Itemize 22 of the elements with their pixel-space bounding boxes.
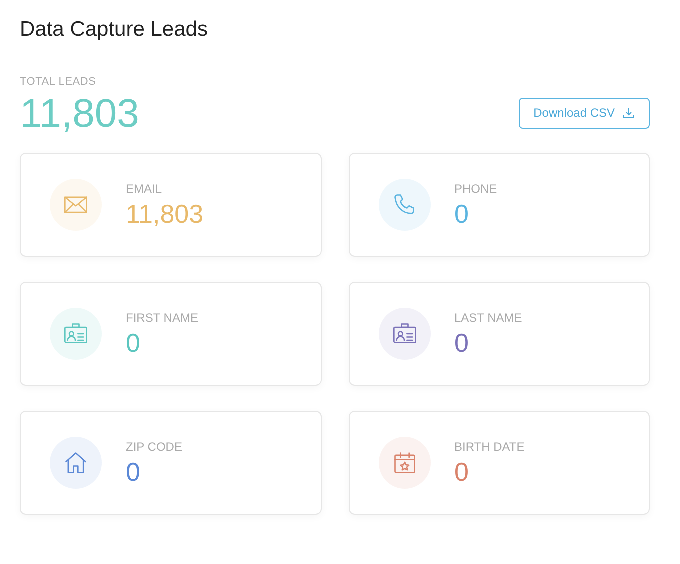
page-title: Data Capture Leads xyxy=(20,17,209,43)
card-label: LAST NAME xyxy=(454,310,522,326)
download-icon xyxy=(623,107,635,119)
id-badge-icon xyxy=(63,320,89,346)
card-label: PHONE xyxy=(454,180,498,198)
house-icon xyxy=(63,450,89,476)
card-label: BIRTH DATE xyxy=(454,438,525,456)
card-value: 0 xyxy=(126,456,142,488)
card-value: 0 xyxy=(126,326,142,358)
card-label: ZIP CODE xyxy=(126,438,182,456)
card-value: 0 xyxy=(454,456,470,488)
calendar-star-icon xyxy=(392,450,418,476)
download-csv-button[interactable]: Download CSV xyxy=(518,98,650,128)
card-label: EMAIL xyxy=(126,180,164,198)
total-leads-value: 11,803 xyxy=(20,90,140,136)
card-label: FIRST NAME xyxy=(126,310,198,326)
card-value: 0 xyxy=(454,326,470,358)
card-value: 0 xyxy=(454,198,470,230)
id-badge-icon xyxy=(392,320,418,346)
card-value: 11,803 xyxy=(126,198,204,230)
phone-icon xyxy=(392,192,418,218)
total-leads-label: TOTAL LEADS xyxy=(20,75,98,90)
